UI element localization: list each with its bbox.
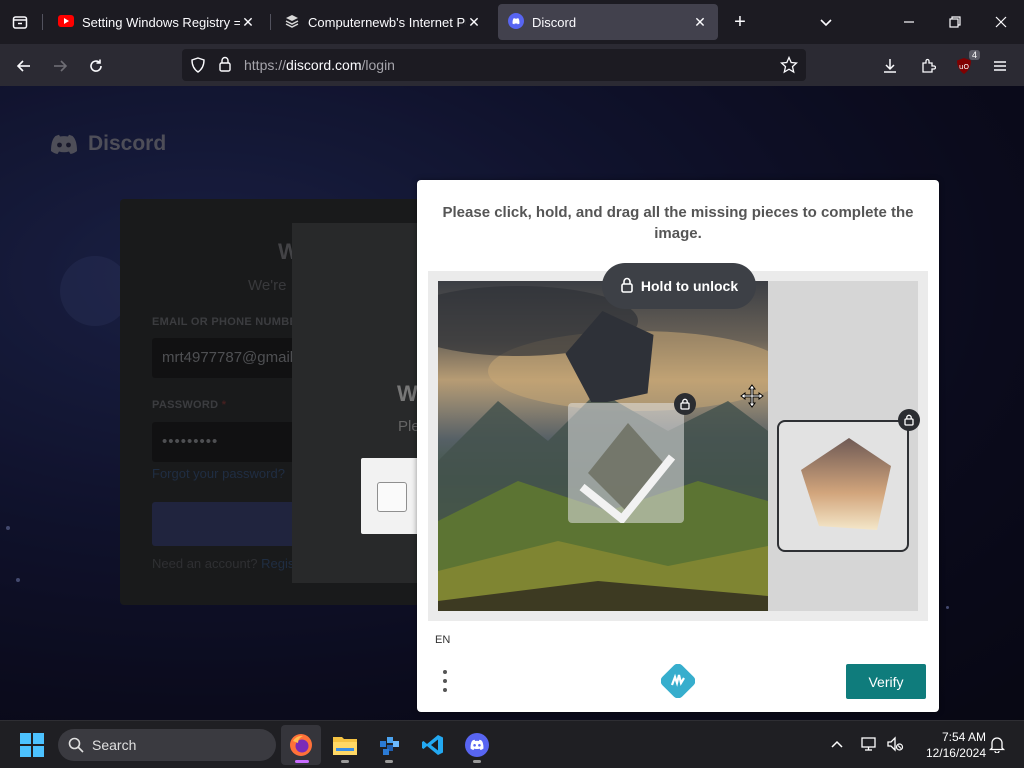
url-host: discord.com (286, 57, 362, 73)
search-icon (68, 737, 84, 756)
tab-separator (270, 14, 271, 30)
hold-to-unlock-button[interactable]: Hold to unlock (602, 263, 756, 309)
tab-list-icon[interactable] (8, 10, 32, 34)
search-label: Search (92, 737, 137, 753)
close-tab-icon[interactable]: ✕ (692, 14, 708, 30)
computernewb-icon (284, 13, 300, 32)
restore-icon[interactable] (932, 0, 978, 44)
url-text[interactable]: https://discord.com/login (244, 57, 395, 73)
tab-discord[interactable]: Discord ✕ (498, 4, 718, 40)
taskbar-vscode[interactable] (413, 725, 453, 765)
close-tab-icon[interactable]: ✕ (240, 14, 256, 30)
extensions-icon[interactable] (914, 52, 942, 80)
piece-image (801, 438, 891, 530)
taskbar-search[interactable]: Search (58, 729, 276, 761)
missing-piece-hole (565, 311, 654, 402)
menu-icon[interactable] (986, 52, 1014, 80)
reload-icon[interactable] (82, 52, 110, 80)
hcaptcha-checkbox[interactable] (377, 482, 407, 512)
draggable-piece[interactable] (777, 420, 909, 552)
svg-text:uO: uO (959, 63, 969, 71)
back-icon[interactable] (10, 52, 38, 80)
taskbar-discord[interactable] (457, 725, 497, 765)
downloads-icon[interactable] (876, 52, 904, 80)
bookmark-star-icon[interactable] (779, 55, 799, 79)
chevron-down-icon[interactable] (814, 10, 838, 34)
taskbar-firefox[interactable] (281, 725, 321, 765)
start-icon[interactable] (20, 733, 44, 762)
vscode-icon (422, 735, 443, 755)
show-hidden-icons-icon[interactable] (830, 737, 844, 756)
network-icon[interactable] (860, 735, 878, 758)
forward-icon[interactable] (46, 52, 74, 80)
taskbar-clock[interactable]: 7:54 AM 12/16/2024 (912, 729, 986, 761)
hcaptcha-logo-icon (660, 663, 696, 699)
challenge-prompt: Please click, hold, and drag all the mis… (442, 204, 914, 242)
hold-to-unlock-label: Hold to unlock (640, 278, 739, 294)
notification-bell-icon[interactable] (988, 735, 1006, 758)
windows-taskbar: Search 7:54 AM 12/16/2024 (0, 720, 1024, 768)
taskbar-app-3[interactable] (369, 725, 409, 765)
tab-title: Computernewb's Internet Pub | (308, 14, 466, 30)
tab-youtube[interactable]: Setting Windows Registry = 10$ ✕ (48, 4, 266, 40)
verify-button[interactable]: Verify (846, 664, 926, 699)
blocks-app-icon (380, 737, 399, 755)
language-selector[interactable]: EN (435, 634, 450, 646)
minimize-icon[interactable] (886, 0, 932, 44)
captcha-challenge: Please click, hold, and drag all the mis… (417, 180, 939, 712)
browser-tabbar: Setting Windows Registry = 10$ ✕ Compute… (0, 0, 1024, 44)
tab-separator (42, 14, 43, 30)
running-indicator (341, 760, 349, 763)
tracking-protection-icon[interactable] (190, 57, 206, 78)
extension-badge: 4 (968, 50, 980, 60)
running-indicator (473, 760, 481, 763)
clock-date: 12/16/2024 (925, 746, 986, 760)
running-indicator (385, 760, 393, 763)
url-bar[interactable]: https://discord.com/login (182, 49, 806, 81)
clock-time: 7:54 AM (941, 730, 986, 744)
checkmark-icon (579, 423, 676, 525)
firefox-icon (290, 734, 312, 756)
new-tab-icon[interactable]: + (728, 10, 752, 34)
lock-icon[interactable] (218, 56, 232, 77)
youtube-icon (58, 14, 74, 30)
discord-icon (465, 733, 489, 757)
url-scheme: https:// (244, 57, 287, 73)
more-options-icon[interactable] (437, 668, 453, 694)
volume-muted-icon[interactable] (886, 735, 904, 758)
running-indicator (295, 760, 309, 763)
taskbar-file-explorer[interactable] (325, 725, 365, 765)
lock-icon (620, 277, 634, 296)
url-path: /login (361, 57, 395, 73)
lock-icon (674, 393, 696, 415)
tab-title: Discord (532, 14, 577, 30)
discord-icon (508, 12, 524, 32)
tab-title: Setting Windows Registry = 10$ (82, 14, 240, 30)
drop-target-slot[interactable] (568, 403, 684, 525)
folder-icon (333, 737, 357, 755)
ublock-icon[interactable]: uO 4 (950, 50, 980, 80)
move-cursor-icon (740, 384, 764, 408)
tab-computernewb[interactable]: Computernewb's Internet Pub | ✕ (274, 4, 492, 40)
lock-icon (898, 409, 920, 431)
close-window-icon[interactable] (978, 0, 1024, 44)
close-tab-icon[interactable]: ✕ (466, 14, 482, 30)
